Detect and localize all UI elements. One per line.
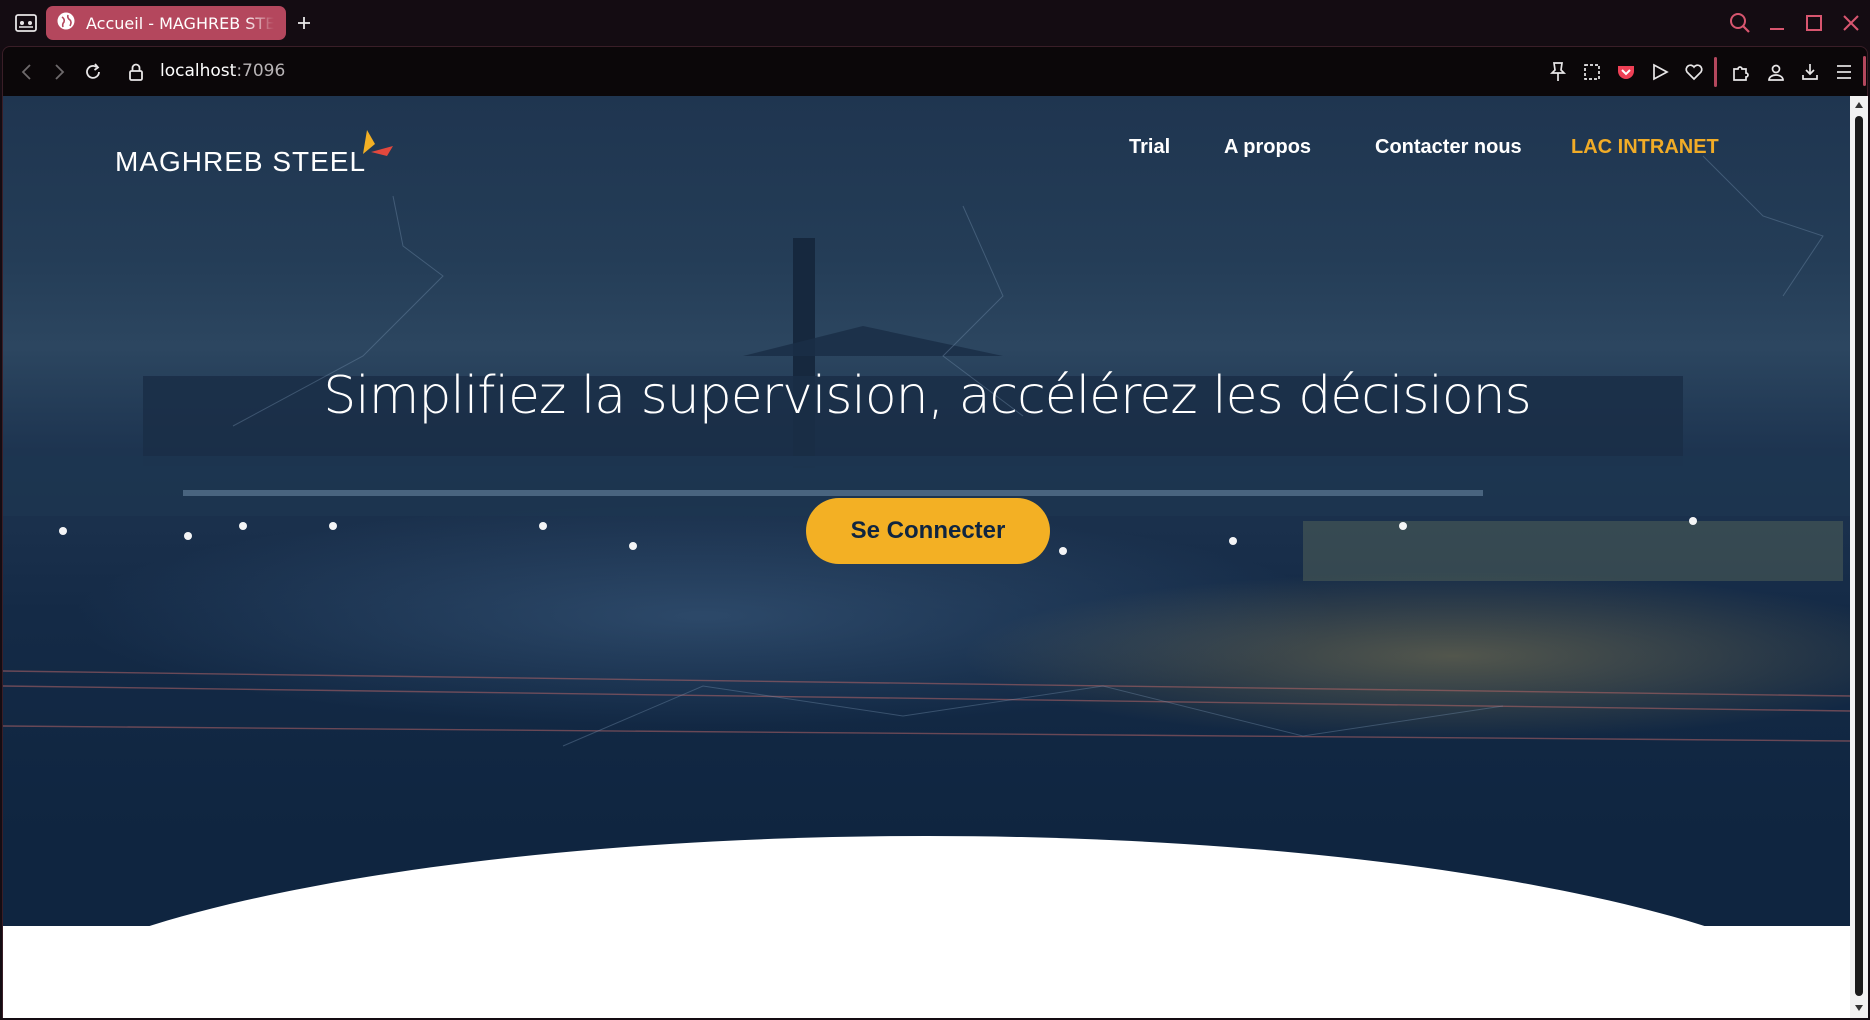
url-host: localhost: [160, 61, 237, 81]
search-icon[interactable]: [1725, 9, 1755, 37]
hero-headline: Simplifiez la supervision, accélérez les…: [323, 366, 1531, 426]
tab-strip: Accueil - MAGHREB STEEL: [0, 0, 1870, 46]
download-icon[interactable]: [1795, 58, 1825, 86]
tab-accueil[interactable]: Accueil - MAGHREB STEEL: [46, 6, 286, 40]
sidebar-toggle-icon[interactable]: [12, 9, 40, 37]
nav-trial[interactable]: Trial: [1129, 136, 1170, 159]
hero-section: MAGHREB STEEL Trial A propos Contacter n…: [3, 96, 1868, 1018]
chevron-left-icon[interactable]: [13, 59, 41, 85]
pocket-icon[interactable]: [1611, 58, 1641, 86]
menu-icon[interactable]: [1829, 58, 1859, 86]
reload-icon[interactable]: [79, 59, 107, 85]
site-logo[interactable]: MAGHREB STEEL: [115, 128, 393, 178]
toolbar-accent: [1863, 56, 1866, 86]
browser-toolbar: localhost:7096: [2, 46, 1868, 96]
page-viewport: MAGHREB STEEL Trial A propos Contacter n…: [2, 96, 1868, 1018]
close-icon[interactable]: [1836, 9, 1866, 37]
plus-icon[interactable]: [290, 9, 318, 37]
puzzle-icon[interactable]: [1727, 58, 1757, 86]
scroll-down-icon[interactable]: [1853, 1002, 1865, 1014]
browser-window: Accueil - MAGHREB STEEL localhost:7096 M…: [0, 0, 1870, 1020]
minimize-icon[interactable]: [1762, 9, 1792, 37]
scroll-up-icon[interactable]: [1853, 99, 1865, 111]
se-connecter-button[interactable]: Se Connecter: [806, 498, 1050, 564]
hero-background-art: [3, 155, 1851, 747]
tab-title: Accueil - MAGHREB STEEL: [86, 13, 274, 33]
heart-icon[interactable]: [1679, 58, 1709, 86]
logo-text: MAGHREB STEEL: [115, 146, 367, 177]
lock-icon[interactable]: [122, 59, 150, 85]
globe-icon: [56, 11, 76, 35]
send-icon[interactable]: [1645, 58, 1675, 86]
nav-a-propos[interactable]: A propos: [1224, 136, 1311, 159]
pin-icon[interactable]: [1543, 58, 1573, 86]
scrollbar-thumb[interactable]: [1855, 116, 1863, 996]
profile-icon[interactable]: [1761, 58, 1791, 86]
nav-contacter-nous[interactable]: Contacter nous: [1375, 136, 1522, 159]
maximize-icon[interactable]: [1799, 9, 1829, 37]
url-port: :7096: [236, 61, 286, 81]
page-scrollbar[interactable]: [1850, 96, 1868, 1018]
toolbar-separator: [1714, 57, 1717, 87]
address-bar[interactable]: localhost:7096: [160, 61, 285, 81]
nav-lac-intranet[interactable]: LAC INTRANET: [1571, 136, 1719, 159]
chevron-right-icon[interactable]: [45, 59, 73, 85]
logo-mark-icon: [363, 130, 393, 156]
screenshot-icon[interactable]: [1577, 58, 1607, 86]
